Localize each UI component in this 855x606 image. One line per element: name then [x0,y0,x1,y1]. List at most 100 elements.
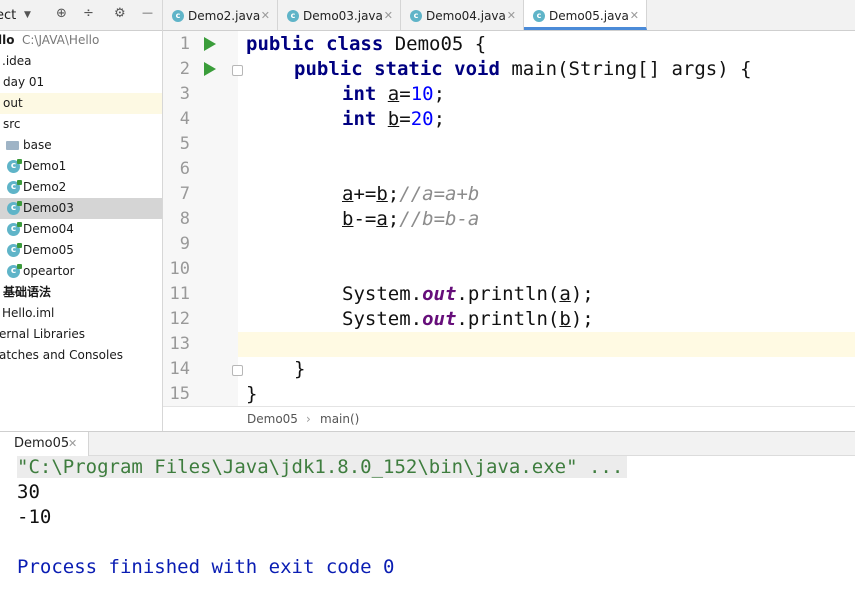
editor-tabs: c Demo2.java ✕ c Demo03.java ✕ c Demo04.… [163,0,855,31]
tree-item-opeartor[interactable]: c opeartor [0,261,162,282]
line-number: 12 [169,309,190,329]
close-icon[interactable]: ✕ [630,0,639,32]
tree-item-day01[interactable]: day 01 [0,72,162,93]
run-tab-label: Demo05 [14,436,70,451]
console-output-line: 30 [17,481,40,503]
run-console[interactable]: "C:\Program Files\Java\jdk1.8.0_152\bin\… [0,456,855,606]
line-number: 9 [179,234,190,254]
dropdown-arrow-icon[interactable]: ▼ [24,10,31,20]
tab-demo05[interactable]: c Demo05.java ✕ [524,0,647,30]
code-line-7: a+=b;//a=a+b [342,183,480,205]
java-class-icon: c [7,159,22,173]
code-editor[interactable]: 1 2 3 4 5 6 7 8 9 10 11 12 13 14 15 publ… [163,31,855,406]
java-class-icon: c [7,201,22,215]
line-number: 8 [179,209,190,229]
tree-item-label: base [23,138,52,152]
tree-item-label: day 01 [3,75,45,89]
hide-icon[interactable]: — [142,6,153,19]
tree-item-label: opeartor [23,264,75,278]
project-panel-title[interactable]: ect [0,8,16,23]
close-icon[interactable]: ✕ [68,432,77,456]
gear-icon[interactable]: ⚙ [114,6,126,21]
project-panel: ect ▼ ⊕ ÷ ⚙ — llo C:\JAVA\Hello .idea day… [0,0,163,431]
line-number: 7 [179,184,190,204]
tree-item-scratches[interactable]: atches and Consoles [0,345,162,366]
breadcrumb-method[interactable]: main() [320,407,359,432]
tab-demo03[interactable]: c Demo03.java ✕ [278,0,401,30]
tree-item-label: Demo03 [23,201,74,215]
line-number: 11 [169,284,190,304]
java-class-icon: c [172,10,184,22]
collapse-icon[interactable]: ÷ [83,6,94,21]
tree-item-label: atches and Consoles [0,348,123,362]
tree-item-demo03[interactable]: c Demo03 [0,198,162,219]
tree-item-hello-iml[interactable]: Hello.iml [0,303,162,324]
tab-demo04[interactable]: c Demo04.java ✕ [401,0,524,30]
line-number: 6 [179,159,190,179]
tree-item-base[interactable]: base [0,135,162,156]
tree-item-label: Hello.iml [2,306,55,320]
code-line-15: } [246,383,258,405]
console-command-line: "C:\Program Files\Java\jdk1.8.0_152\bin\… [17,456,628,478]
code-line-1: public class Demo05 { [246,33,487,55]
tree-item-external-libraries[interactable]: ernal Libraries [0,324,162,345]
tree-item-label: Demo1 [23,159,67,173]
tab-label: Demo03.java [303,9,383,23]
run-method-icon[interactable] [204,62,216,76]
line-number: 5 [179,134,190,154]
fold-icon[interactable] [232,365,243,376]
tree-item-project-root[interactable]: llo C:\JAVA\Hello [0,30,162,51]
tree-item-basic-syntax[interactable]: 基础语法 [0,282,162,303]
tree-item-src[interactable]: src [0,114,162,135]
tree-item-label: llo [0,33,15,47]
locate-icon[interactable]: ⊕ [56,6,67,21]
tab-label: Demo2.java [188,9,261,23]
tab-demo2[interactable]: c Demo2.java ✕ [163,0,278,30]
line-number: 10 [169,259,190,279]
line-number: 15 [169,384,190,404]
close-icon[interactable]: ✕ [507,0,516,32]
java-class-icon: c [7,180,22,194]
breadcrumb-separator: › [306,412,311,426]
run-class-icon[interactable] [204,37,216,51]
java-class-icon: c [410,10,422,22]
code-line-3: int a=10; [342,83,446,105]
run-tab[interactable]: Demo05 ✕ [0,432,89,456]
tree-item-label: src [3,117,21,131]
tree-item-demo2[interactable]: c Demo2 [0,177,162,198]
tree-item-demo05[interactable]: c Demo05 [0,240,162,261]
tree-item-out[interactable]: out [0,93,162,114]
line-number: 13 [169,334,190,354]
code-line-2: public static void main(String[] args) { [294,58,752,80]
run-panel-header: Demo05 ✕ [0,431,855,456]
line-number: 2 [179,59,190,79]
folder-icon [6,141,19,150]
tab-label: Demo05.java [549,9,629,23]
console-exit-message: Process finished with exit code 0 [17,556,395,578]
fold-icon[interactable] [232,65,243,76]
line-number: 1 [179,34,190,54]
console-output-line: -10 [17,506,52,528]
line-number: 14 [169,359,190,379]
tree-item-demo04[interactable]: c Demo04 [0,219,162,240]
breadcrumb: Demo05 › main() [163,406,855,432]
line-number: 3 [179,84,190,104]
tree-item-demo1[interactable]: c Demo1 [0,156,162,177]
project-panel-header: ect ▼ ⊕ ÷ ⚙ — [0,0,162,31]
current-line-highlight [163,332,855,357]
close-icon[interactable]: ✕ [261,0,270,32]
tree-item-label: ernal Libraries [0,327,86,341]
java-class-icon: c [7,264,22,278]
tree-item-label: Demo05 [23,243,74,257]
tree-item-idea[interactable]: .idea [0,51,162,72]
line-number: 4 [179,109,190,129]
tree-item-label: Demo04 [23,222,74,236]
code-line-4: int b=20; [342,108,446,130]
code-line-12: System.out.println(b); [342,308,594,330]
breadcrumb-class[interactable]: Demo05 [247,407,298,432]
editor-gutter: 1 2 3 4 5 6 7 8 9 10 11 12 13 14 15 [163,31,243,406]
tree-item-label: Demo2 [23,180,67,194]
close-icon[interactable]: ✕ [384,0,393,32]
code-line-14: } [294,358,306,380]
code-line-11: System.out.println(a); [342,283,594,305]
